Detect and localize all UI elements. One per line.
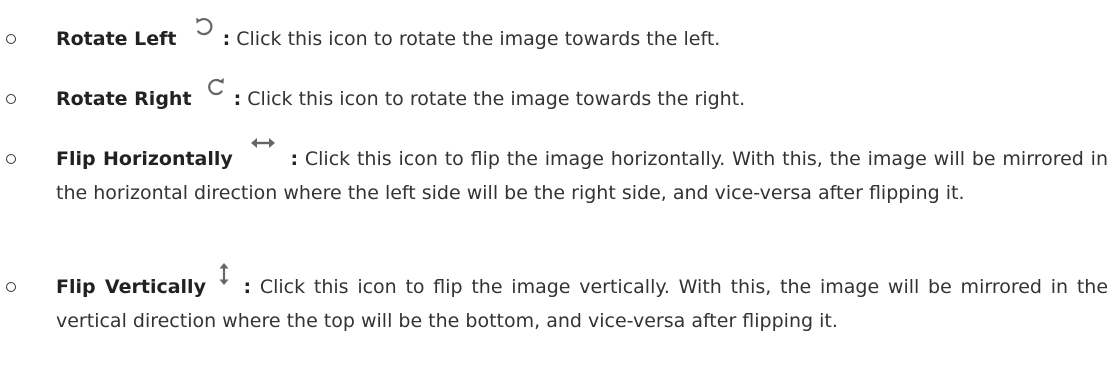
- bullet-icon: [6, 34, 16, 44]
- item-title: Flip Horizontally: [56, 148, 233, 170]
- item-colon: :: [290, 148, 299, 170]
- item-description: Click this icon to flip the image vertic…: [56, 276, 1109, 332]
- flip-vertical-icon: [219, 262, 229, 286]
- bullet-icon: [6, 154, 16, 164]
- item-description: Click this icon to rotate the image towa…: [236, 28, 721, 50]
- item-title: Rotate Left: [56, 28, 177, 50]
- item-colon: :: [233, 88, 242, 110]
- bullet-icon: [6, 94, 16, 104]
- feature-list: Rotate Left : Click this icon to rotate …: [0, 0, 1114, 377]
- flip-horizontal-icon: [250, 136, 276, 150]
- item-description: Click this icon to rotate the image towa…: [247, 88, 746, 110]
- rotate-left-icon: [193, 16, 215, 38]
- bullet-icon: [6, 282, 16, 292]
- item-title: Flip Vertically: [56, 276, 206, 298]
- rotate-right-icon: [206, 76, 226, 98]
- item-colon: :: [243, 276, 252, 298]
- item-colon: :: [222, 28, 231, 50]
- item-title: Rotate Right: [56, 88, 192, 110]
